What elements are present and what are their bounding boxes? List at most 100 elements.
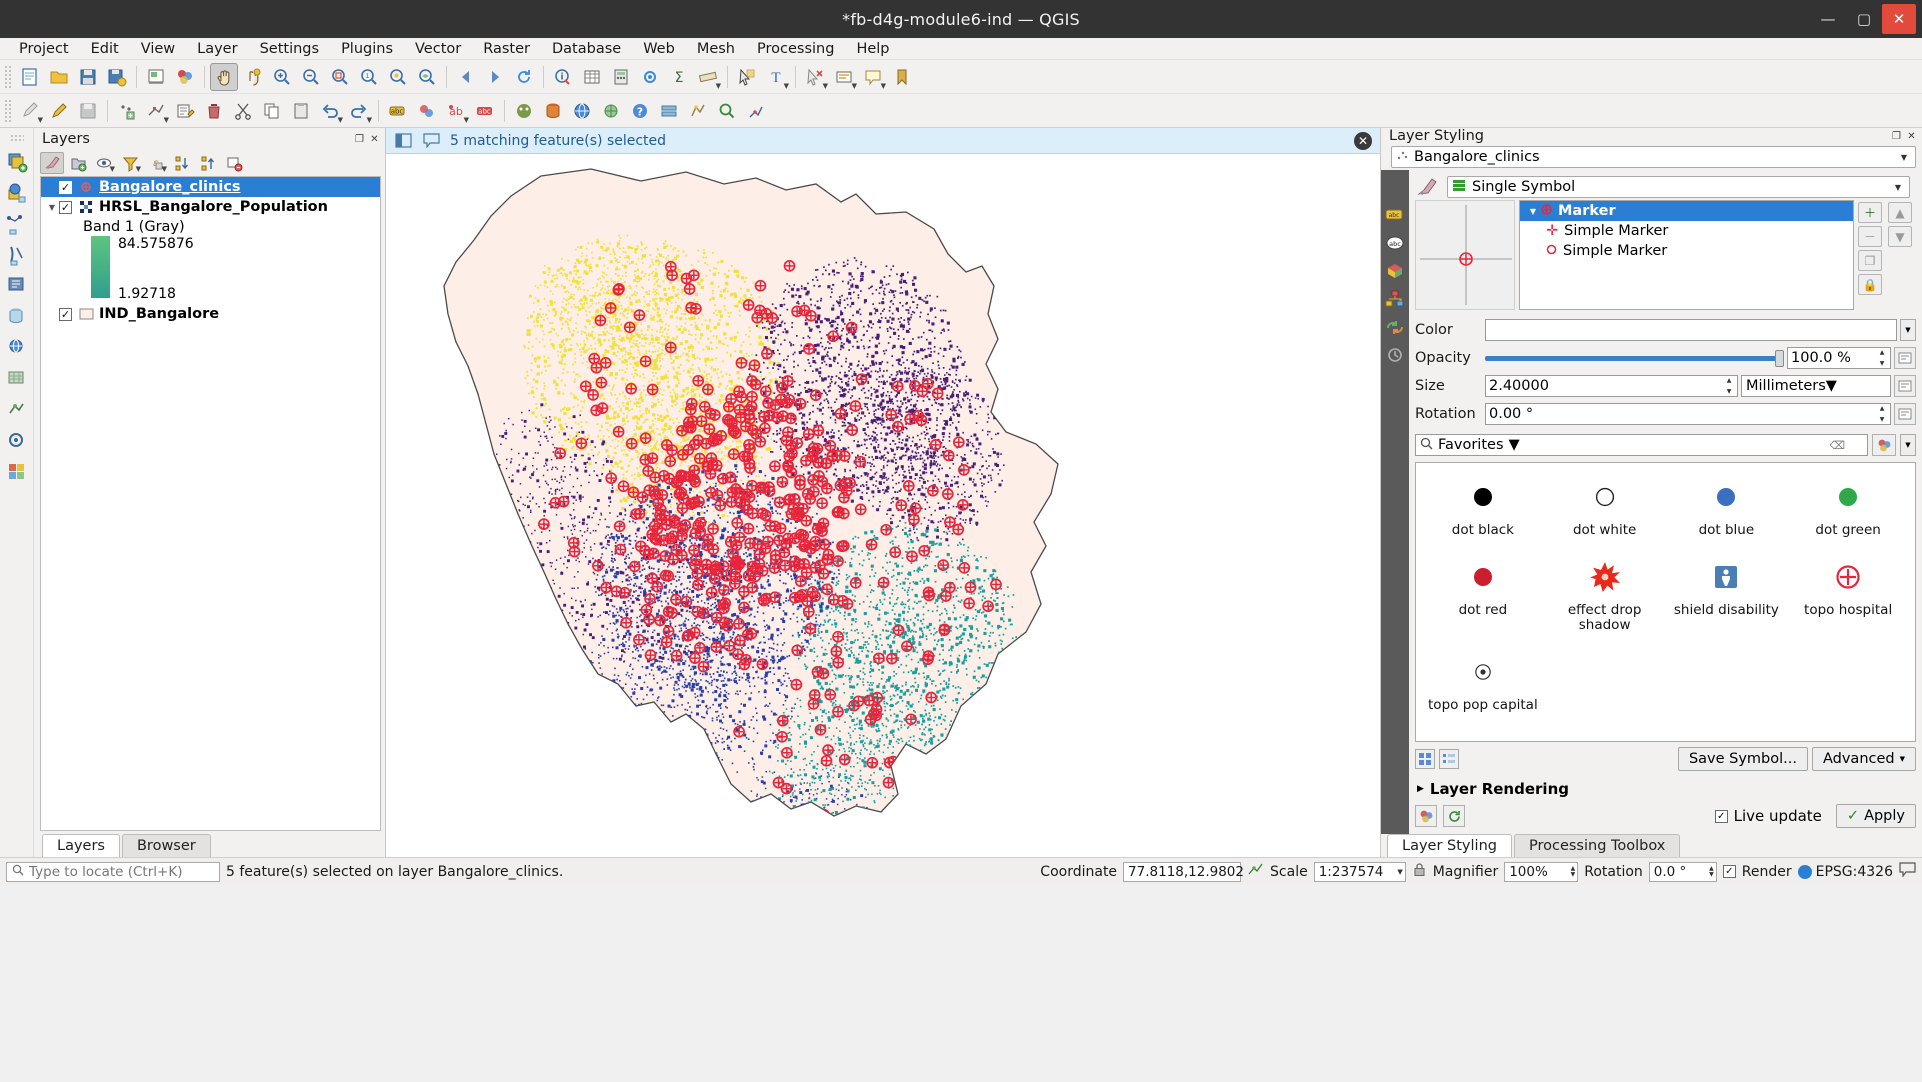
new-bookmark-icon[interactable]: [888, 63, 916, 91]
crs-status[interactable]: EPSG:4326: [1797, 864, 1893, 880]
chevron-down-icon[interactable]: ▼: [1509, 437, 1520, 453]
filter-legend-icon[interactable]: ▼: [118, 152, 142, 174]
identify-features-icon[interactable]: i: [549, 63, 577, 91]
undock-icon[interactable]: ❐: [1890, 130, 1903, 143]
toggle-editing-icon[interactable]: [45, 97, 73, 125]
spin-arrows-icon[interactable]: ▲ ▼: [1875, 405, 1889, 423]
modify-attributes-icon[interactable]: [171, 97, 199, 125]
pan-to-selection-icon[interactable]: [239, 63, 267, 91]
menu-database[interactable]: Database: [541, 39, 632, 59]
remove-layer-icon[interactable]: [222, 152, 246, 174]
layer-tree-item-bangalore-clinics[interactable]: ✓ Bangalore_clinics: [41, 177, 380, 197]
layer-tree-item-ind-bangalore[interactable]: ✓ IND_Bangalore: [41, 304, 380, 324]
select-features-icon[interactable]: [733, 63, 761, 91]
spin-arrows-icon[interactable]: ▲ ▼: [1722, 377, 1736, 395]
labels-icon[interactable]: abc: [1384, 204, 1406, 226]
spin-arrows-icon[interactable]: ▲ ▼: [1709, 866, 1714, 877]
color-swatch[interactable]: [1485, 319, 1897, 341]
data-defined-override-icon[interactable]: [1894, 403, 1916, 425]
zoom-full-icon[interactable]: [326, 63, 354, 91]
menu-processing[interactable]: Processing: [746, 39, 845, 59]
undo-icon[interactable]: ▼: [316, 97, 344, 125]
coordinate-field[interactable]: 77.8118,12.9802: [1123, 861, 1244, 882]
refresh-icon[interactable]: [510, 63, 538, 91]
select-value-icon[interactable]: ▼: [830, 63, 858, 91]
symbol-library-item[interactable]: dot red: [1422, 555, 1544, 634]
chevron-down-icon[interactable]: ▼: [716, 82, 721, 90]
menu-view[interactable]: View: [130, 39, 186, 59]
zoom-native-icon[interactable]: 1: [355, 63, 383, 91]
chevron-down-icon[interactable]: ▼: [367, 116, 372, 124]
size-unit-combo[interactable]: Millimeters ▼: [1741, 375, 1891, 397]
messages-icon[interactable]: [1899, 862, 1916, 881]
rotation-spinbox[interactable]: 0.00 ° ▲ ▼: [1485, 403, 1891, 425]
style-manager-icon[interactable]: [171, 63, 199, 91]
chevron-down-icon[interactable]: ▼: [852, 82, 857, 90]
collapse-all-icon[interactable]: [196, 152, 220, 174]
chevron-down-icon[interactable]: ▼: [881, 82, 886, 90]
layer-tree-item-hrsl-population[interactable]: ▼ ✓ HRSL_Bangalore_Population: [41, 197, 380, 217]
symbol-library-item[interactable]: topo pop capital: [1422, 650, 1544, 714]
magnifier-field[interactable]: 100% ▲ ▼: [1504, 861, 1579, 882]
georeferencer-icon[interactable]: [597, 97, 625, 125]
map-canvas[interactable]: [386, 154, 1380, 857]
add-wcs-layer-icon[interactable]: [3, 365, 31, 393]
spin-arrows-icon[interactable]: ▲ ▼: [1875, 349, 1889, 367]
symbol-library-item[interactable]: dot green: [1787, 475, 1909, 539]
spin-arrows-icon[interactable]: ▲ ▼: [1571, 866, 1576, 877]
layer-tree[interactable]: ✓ Bangalore_clinics ▼ ✓ HRSL_Bangalore_P…: [40, 176, 381, 831]
symbol-search-input[interactable]: Favorites ⌫ ▼: [1415, 434, 1868, 456]
zoom-next-icon[interactable]: [481, 63, 509, 91]
save-symbol-button[interactable]: Save Symbol...: [1677, 747, 1808, 772]
symbol-library-item[interactable]: dot white: [1544, 475, 1666, 539]
close-icon[interactable]: ✕: [1354, 131, 1372, 150]
menu-raster[interactable]: Raster: [472, 39, 541, 59]
chevron-down-icon[interactable]: ▼: [110, 165, 115, 173]
icon-view-icon[interactable]: [1415, 749, 1435, 770]
add-spatialite-layer-icon[interactable]: [3, 303, 31, 331]
add-feature-icon[interactable]: [113, 97, 141, 125]
close-button[interactable]: ✕: [1882, 4, 1916, 34]
tab-browser[interactable]: Browser: [121, 834, 211, 857]
chevron-down-icon[interactable]: ▼: [784, 82, 789, 90]
list-view-icon[interactable]: [1439, 749, 1459, 770]
measure-line-icon[interactable]: ▼: [694, 63, 722, 91]
tab-layer-styling[interactable]: Layer Styling: [1387, 834, 1512, 858]
menu-settings[interactable]: Settings: [249, 39, 330, 59]
3d-view-icon[interactable]: [1384, 260, 1406, 282]
layer-combo[interactable]: Bangalore_clinics ▼: [1391, 146, 1916, 168]
pan-map-icon[interactable]: [210, 62, 238, 91]
processing-toolbox-icon[interactable]: [636, 63, 664, 91]
refresh-style-icon[interactable]: [1443, 805, 1465, 828]
chevron-right-icon[interactable]: ▶: [1417, 784, 1424, 794]
toolbar-grip[interactable]: [4, 64, 12, 89]
remove-symbol-layer-icon[interactable]: －: [1858, 226, 1882, 247]
print-layout-icon[interactable]: [142, 63, 170, 91]
opacity-spinbox[interactable]: 100.0 % ▲ ▼: [1787, 347, 1891, 369]
renderer-combo[interactable]: Single Symbol ▼: [1447, 176, 1910, 198]
zoom-selection-icon[interactable]: [384, 63, 412, 91]
mesh-icon[interactable]: [684, 97, 712, 125]
live-update-checkbox[interactable]: ✓: [1714, 809, 1728, 823]
symbol-tree-item-simple-marker-2[interactable]: Simple Marker: [1520, 241, 1853, 261]
add-raster-layer-icon[interactable]: [3, 179, 31, 207]
map-tips-icon[interactable]: ▼: [859, 63, 887, 91]
layer-visibility-checkbox[interactable]: ✓: [59, 307, 72, 321]
lock-scale-icon[interactable]: [1412, 862, 1427, 881]
apply-button[interactable]: ✓ Apply: [1835, 804, 1916, 829]
close-icon[interactable]: ✕: [1905, 130, 1918, 143]
render-checkbox[interactable]: ✓: [1722, 865, 1736, 878]
chevron-down-icon[interactable]: ▼: [164, 116, 169, 124]
paste-features-icon[interactable]: [287, 97, 315, 125]
size-spinbox[interactable]: 2.40000 ▲ ▼: [1485, 375, 1738, 397]
symbol-layer-tree[interactable]: ▼ Marker ✛ Simple Marker Simple Marker: [1519, 200, 1854, 310]
panel-toggle-icon[interactable]: [394, 133, 412, 149]
data-defined-override-icon[interactable]: [1894, 375, 1916, 397]
move-up-icon[interactable]: ▲: [1888, 202, 1912, 223]
vertex-tool-icon[interactable]: ▼: [142, 97, 170, 125]
chevron-down-icon[interactable]: ▼: [1895, 147, 1913, 167]
menu-web[interactable]: Web: [632, 39, 686, 59]
move-down-icon[interactable]: ▼: [1888, 226, 1912, 247]
layer-rendering-section[interactable]: ▶ Layer Rendering: [1415, 775, 1916, 801]
menu-help[interactable]: Help: [845, 39, 900, 59]
